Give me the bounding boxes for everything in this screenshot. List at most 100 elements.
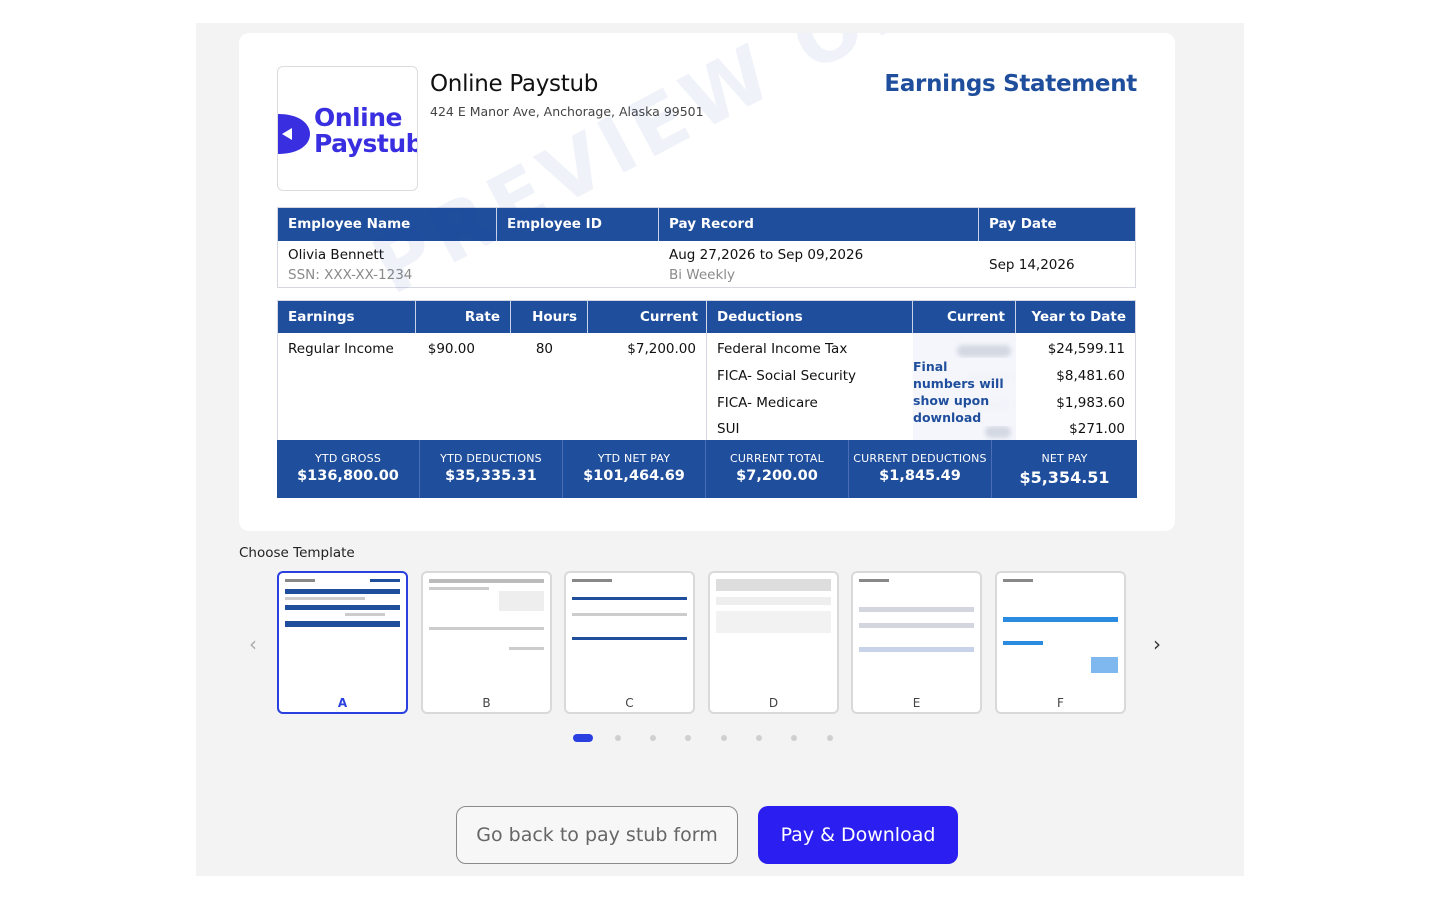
header-rate: Rate <box>416 301 511 333</box>
header-deduction-current: Current <box>913 301 1016 333</box>
total-value: $1,845.49 <box>879 468 961 484</box>
deduction-name: SUI <box>717 421 740 437</box>
template-label: E <box>912 696 921 710</box>
template-preview <box>859 577 974 687</box>
mini-line <box>345 613 385 616</box>
mini-line <box>499 591 544 611</box>
template-thumb-e[interactable]: E <box>851 571 982 714</box>
total-net-pay: NET PAY $5,354.51 <box>992 440 1137 498</box>
logo-line-2: Paystub <box>314 129 418 158</box>
pagination-dot-8[interactable] <box>827 735 833 741</box>
mini-line <box>509 647 544 650</box>
header-hours: Hours <box>511 301 588 333</box>
carousel-pagination <box>573 733 843 743</box>
pagination-dot-5[interactable] <box>721 735 727 741</box>
mini-line <box>1003 641 1043 645</box>
total-current-deductions: CURRENT DEDUCTIONS $1,845.49 <box>849 440 992 498</box>
header-employee-id: Employee ID <box>497 208 659 241</box>
template-preview <box>1003 577 1118 687</box>
pay-record-range: Aug 27,2026 to Sep 09,2026 <box>669 247 864 263</box>
mini-line <box>859 607 974 612</box>
mini-line <box>1003 579 1033 582</box>
template-label: B <box>482 696 491 710</box>
blurred-value <box>985 426 1011 438</box>
company-address: 424 E Manor Ave, Anchorage, Alaska 99501 <box>430 104 704 119</box>
mini-line <box>285 605 400 610</box>
deduction-name: FICA- Medicare <box>717 395 818 411</box>
deduction-ytd: $271.00 <box>1069 421 1125 437</box>
total-label: YTD GROSS <box>315 452 381 465</box>
template-preview <box>285 577 400 687</box>
mini-line <box>859 623 974 628</box>
mini-line <box>572 637 687 640</box>
deduction-name: Federal Income Tax <box>717 341 848 357</box>
total-ytd-deductions: YTD DEDUCTIONS $35,335.31 <box>420 440 563 498</box>
preview-page: Online Paystub Online Paystub 424 E Mano… <box>196 23 1244 876</box>
deduction-ytd: $1,983.60 <box>1056 395 1125 411</box>
pagination-dot-6[interactable] <box>756 735 762 741</box>
template-thumb-b[interactable]: B <box>421 571 552 714</box>
header-current: Current <box>639 309 698 325</box>
total-label: YTD NET PAY <box>597 452 671 465</box>
mini-line <box>285 589 400 594</box>
template-label: F <box>1057 696 1064 710</box>
template-thumb-f[interactable]: F <box>995 571 1126 714</box>
total-value: $136,800.00 <box>297 468 399 484</box>
template-thumb-d[interactable]: D <box>708 571 839 714</box>
mini-line <box>716 597 831 605</box>
earnings-table-header: Earnings Rate Hours Current <box>278 301 706 333</box>
paystub-preview-card: Online Paystub Online Paystub 424 E Mano… <box>239 33 1175 531</box>
total-value: $5,354.51 <box>1019 468 1110 487</box>
total-ytd-net-pay: YTD NET PAY $101,464.69 <box>563 440 706 498</box>
header-year-to-date: Year to Date <box>1031 309 1126 325</box>
employee-info-table: Employee Name Employee ID Pay Record Pay… <box>277 207 1136 288</box>
pay-download-button[interactable]: Pay & Download <box>758 806 958 864</box>
pay-frequency: Bi Weekly <box>669 267 736 283</box>
employee-ssn: SSN: XXX-XX-1234 <box>288 267 413 283</box>
deductions-table-header: Deductions Current Year to Date <box>707 301 1135 333</box>
total-label: YTD DEDUCTIONS <box>440 452 542 465</box>
total-value: $101,464.69 <box>583 468 685 484</box>
pagination-dot-7[interactable] <box>791 735 797 741</box>
mini-line <box>859 579 889 582</box>
header-pay-date: Pay Date <box>989 216 1057 232</box>
pagination-dot-4[interactable] <box>685 735 691 741</box>
template-label: C <box>625 696 634 710</box>
mini-line <box>716 579 831 591</box>
mini-line <box>429 587 489 590</box>
pagination-dot-2[interactable] <box>615 735 621 741</box>
total-value: $35,335.31 <box>445 468 537 484</box>
pagination-dot-1[interactable] <box>573 734 593 742</box>
template-preview <box>716 577 831 687</box>
company-name: Online Paystub <box>430 71 599 97</box>
mini-line <box>572 597 687 600</box>
deductions-table: Deductions Current Year to Date Final nu… <box>707 300 1136 442</box>
template-thumb-a[interactable]: A <box>277 571 408 714</box>
carousel-next-button[interactable]: › <box>1153 632 1161 656</box>
mini-line <box>1091 657 1118 673</box>
deduction-ytd: $8,481.60 <box>1056 368 1125 384</box>
mini-line <box>716 611 831 633</box>
mini-line <box>285 597 365 600</box>
company-logo: Online Paystub <box>277 66 418 191</box>
template-thumb-c[interactable]: C <box>564 571 695 714</box>
total-label: CURRENT DEDUCTIONS <box>853 452 987 465</box>
go-back-button[interactable]: Go back to pay stub form <box>456 806 738 864</box>
choose-template-label: Choose Template <box>239 545 355 561</box>
logo-text: Online Paystub <box>314 103 418 158</box>
employee-name: Olivia Bennett <box>288 247 385 263</box>
pagination-dot-3[interactable] <box>650 735 656 741</box>
carousel-prev-button[interactable]: ‹ <box>249 632 257 656</box>
earnings-table: Earnings Rate Hours Current Regular Inco… <box>277 300 707 441</box>
template-label: A <box>337 696 348 710</box>
template-label: D <box>768 696 779 710</box>
earning-current: $7,200.00 <box>627 341 696 357</box>
deduction-name: FICA- Social Security <box>717 368 857 384</box>
total-ytd-gross: YTD GROSS $136,800.00 <box>277 440 420 498</box>
logo-line-1: Online <box>314 103 402 132</box>
header-pay-record: Pay Record <box>659 208 979 241</box>
totals-bar: YTD GROSS $136,800.00 YTD DEDUCTIONS $35… <box>277 440 1137 498</box>
total-label: CURRENT TOTAL <box>730 452 824 465</box>
employee-table-header: Employee Name Employee ID Pay Record Pay… <box>278 208 1135 241</box>
statement-title: Earnings Statement <box>884 71 1137 97</box>
